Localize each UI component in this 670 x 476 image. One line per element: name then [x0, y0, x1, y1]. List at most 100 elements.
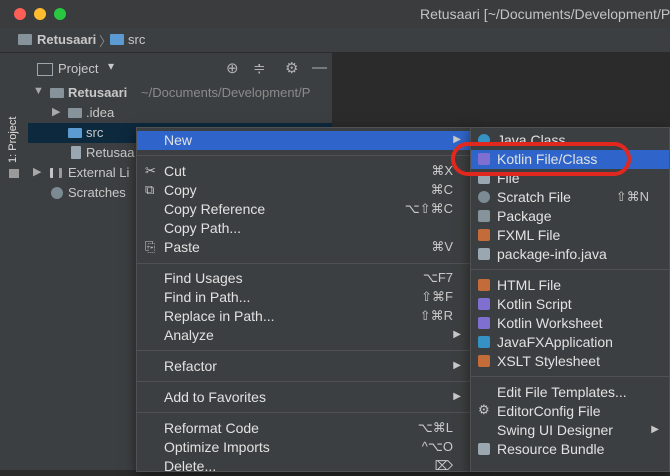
submenu-item-javafx-application[interactable]: JavaFXApplication — [471, 333, 669, 352]
expand-arrow-icon[interactable]: ▼ — [33, 85, 44, 97]
html-file-icon — [478, 279, 490, 291]
submenu-item-label: FXML File — [497, 227, 561, 243]
menu-item-label: Find Usages — [164, 270, 243, 286]
resource-bundle-icon — [478, 443, 490, 455]
menu-item-label: New — [164, 132, 193, 148]
menu-item-label: Find in Path... — [164, 289, 251, 305]
menu-item-refactor[interactable]: Refactor ▶ — [137, 357, 471, 376]
collapse-arrow-icon[interactable]: ▶ — [52, 105, 60, 118]
submenu-item-scratch-file[interactable]: Scratch File ⇧⌘N — [471, 188, 669, 207]
javafx-icon — [478, 336, 490, 348]
submenu-arrow-icon: ▶ — [453, 391, 461, 402]
submenu-item-kotlin-worksheet[interactable]: Kotlin Worksheet — [471, 314, 669, 333]
menu-item-label: Copy Reference — [164, 201, 266, 217]
menu-divider — [137, 263, 471, 264]
submenu-item-label: Scratch File — [497, 189, 571, 205]
submenu-item-editorconfig-file[interactable]: ⚙ EditorConfig File — [471, 402, 669, 421]
menu-item-label: Analyze — [164, 327, 214, 343]
menu-item-shortcut: ⌘X — [431, 163, 453, 178]
submenu-item-label: package-info.java — [497, 246, 607, 262]
breadcrumb-project[interactable]: Retusaari — [37, 32, 96, 47]
tool-window-strip: 1: Project — [0, 53, 29, 470]
submenu-item-xslt-stylesheet[interactable]: XSLT Stylesheet — [471, 352, 669, 371]
kotlin-script-icon — [478, 298, 490, 310]
scratches-icon — [51, 187, 63, 199]
submenu-item-label: XSLT Stylesheet — [497, 353, 600, 369]
menu-item-new[interactable]: New ▶ — [137, 131, 471, 150]
menu-item-paste[interactable]: ⎘ Paste ⌘V — [137, 238, 471, 257]
menu-item-optimize-imports[interactable]: Optimize Imports ^⌥O — [137, 438, 471, 457]
menu-item-label: Delete... — [164, 458, 217, 474]
collapse-all-icon[interactable]: ≑ — [253, 59, 266, 77]
breadcrumb-src[interactable]: src — [128, 32, 145, 47]
menu-item-add-to-favorites[interactable]: Add to Favorites ▶ — [137, 388, 471, 407]
menu-item-reformat-code[interactable]: Reformat Code ⌥⌘L — [137, 419, 471, 438]
submenu-item-swing-ui-designer[interactable]: Swing UI Designer ▶ — [471, 421, 669, 440]
submenu-item-package[interactable]: Package — [471, 207, 669, 226]
menu-item-find-usages[interactable]: Find Usages ⌥F7 — [137, 269, 471, 288]
submenu-item-resource-bundle[interactable]: Resource Bundle — [471, 440, 669, 459]
menu-item-replace-in-path[interactable]: Replace in Path... ⇧⌘R — [137, 307, 471, 326]
title-bar: Retusaari [~/Documents/Development/P — [0, 0, 670, 28]
menu-item-shortcut: ^⌥O — [421, 439, 453, 454]
submenu-item-label: Kotlin Worksheet — [497, 315, 603, 331]
menu-item-shortcut: ⌥⌘L — [417, 420, 453, 435]
menu-item-copy-path[interactable]: Copy Path... — [137, 219, 471, 238]
tree-item-label: .idea — [86, 105, 115, 120]
structure-tool-icon[interactable] — [9, 169, 19, 178]
tree-item-label: External Li — [68, 165, 130, 180]
project-tool-tab[interactable]: 1: Project — [7, 117, 19, 163]
gear-icon[interactable]: ⚙ — [285, 59, 298, 77]
menu-item-copy-reference[interactable]: Copy Reference ⌥⇧⌘C — [137, 200, 471, 219]
menu-item-label: Optimize Imports — [164, 439, 270, 455]
menu-item-cut[interactable]: ✂ Cut ⌘X — [137, 162, 471, 181]
new-submenu: Java Class Kotlin File/Class File Scratc… — [470, 127, 670, 472]
menu-item-find-in-path[interactable]: Find in Path... ⇧⌘F — [137, 288, 471, 307]
submenu-item-html-file[interactable]: HTML File — [471, 276, 669, 295]
submenu-arrow-icon: ▶ — [453, 360, 461, 371]
tree-item-label: Retusaari — [68, 85, 128, 100]
clipboard-icon: ⎘ — [145, 239, 156, 254]
project-view-icon — [37, 63, 53, 76]
submenu-item-kotlin-script[interactable]: Kotlin Script — [471, 295, 669, 314]
context-menu: New ▶ ✂ Cut ⌘X ⧉ Copy ⌘C Copy Reference … — [136, 127, 472, 474]
submenu-item-edit-file-templates[interactable]: Edit File Templates... — [471, 383, 669, 402]
file-icon — [71, 146, 81, 159]
locate-file-icon[interactable]: ⊕ — [226, 59, 239, 77]
java-file-icon — [478, 248, 490, 260]
tree-item-label: Retusaa — [86, 145, 135, 160]
xslt-file-icon — [478, 355, 490, 367]
submenu-item-label: Kotlin Script — [497, 296, 572, 312]
menu-item-label: Reformat Code — [164, 420, 259, 436]
submenu-item-label: Swing UI Designer — [497, 422, 613, 438]
chevron-down-icon[interactable]: ▾ — [108, 59, 114, 73]
tree-item-label: src — [86, 125, 104, 140]
hide-panel-icon[interactable]: — — [312, 59, 327, 76]
menu-item-delete[interactable]: Delete... ⌦ — [137, 457, 471, 476]
scissors-icon: ✂ — [145, 163, 156, 178]
minimize-window-button[interactable] — [34, 8, 46, 20]
submenu-item-fxml-file[interactable]: FXML File — [471, 226, 669, 245]
source-folder-icon — [68, 128, 82, 138]
collapse-arrow-icon[interactable]: ▶ — [33, 165, 41, 178]
submenu-item-package-info[interactable]: package-info.java — [471, 245, 669, 264]
submenu-item-label: HTML File — [497, 277, 562, 293]
tree-row-root[interactable]: ▼ Retusaari ~/Documents/Development/P — [28, 83, 332, 103]
tree-row-idea[interactable]: ▶ .idea — [28, 103, 332, 123]
project-view-selector[interactable]: Project — [58, 61, 98, 76]
menu-item-analyze[interactable]: Analyze ▶ — [137, 326, 471, 345]
menu-item-label: Add to Favorites — [164, 389, 266, 405]
close-window-button[interactable] — [14, 8, 26, 20]
menu-item-copy[interactable]: ⧉ Copy ⌘C — [137, 181, 471, 200]
menu-divider — [137, 350, 471, 351]
fxml-file-icon — [478, 229, 490, 241]
src-folder-icon — [110, 34, 124, 45]
menu-item-shortcut: ⌘V — [431, 239, 453, 254]
menu-item-shortcut: ⌥⇧⌘C — [404, 201, 453, 216]
submenu-item-label: EditorConfig File — [497, 403, 601, 419]
zoom-window-button[interactable] — [54, 8, 66, 20]
menu-item-label: Copy Path... — [164, 220, 242, 236]
menu-item-shortcut: ⌦ — [434, 458, 453, 473]
menu-divider — [137, 412, 471, 413]
menu-item-label: Replace in Path... — [164, 308, 275, 324]
